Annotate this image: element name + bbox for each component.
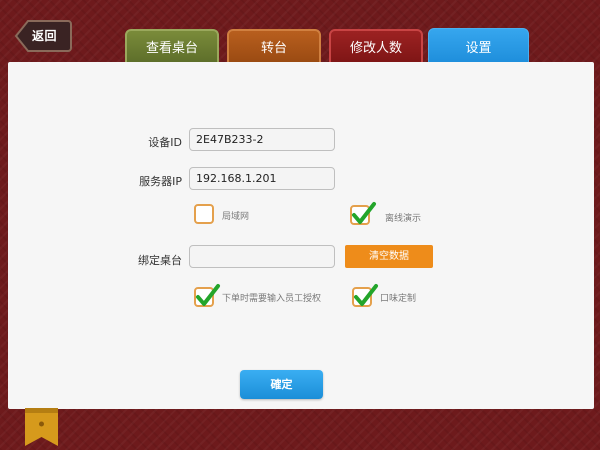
settings-panel xyxy=(8,62,594,409)
require-auth-label: 下单时需要输入员工授权 xyxy=(222,294,322,304)
bind-table-field[interactable] xyxy=(189,245,335,268)
require-auth-checkbox[interactable] xyxy=(194,284,220,307)
tab-transfer-table[interactable]: 转台 xyxy=(227,29,321,65)
checkmark-icon xyxy=(196,284,220,306)
back-button[interactable]: 返回 xyxy=(14,19,72,53)
back-button-label: 返回 xyxy=(32,29,58,43)
bind-table-label: 绑定桌台 xyxy=(138,254,182,267)
confirm-button[interactable]: 確定 xyxy=(240,370,323,399)
device-id-label: 设备ID xyxy=(148,136,182,149)
lan-label: 局域网 xyxy=(222,212,250,222)
tab-change-guests[interactable]: 修改人数 xyxy=(329,29,423,65)
tab-view-tables[interactable]: 查看桌台 xyxy=(125,29,219,65)
taste-custom-label: 口味定制 xyxy=(380,294,417,304)
device-id-field[interactable] xyxy=(189,128,335,151)
offline-demo-checkbox[interactable] xyxy=(350,202,376,225)
server-ip-field[interactable] xyxy=(189,167,335,190)
checkmark-icon xyxy=(354,284,378,306)
lan-checkbox[interactable] xyxy=(194,204,214,224)
server-ip-label: 服务器IP xyxy=(139,175,182,188)
taste-custom-checkbox[interactable] xyxy=(352,284,378,307)
clear-data-button[interactable]: 清空数据 xyxy=(345,245,433,268)
checkmark-icon xyxy=(352,202,376,224)
bookmark-icon[interactable] xyxy=(25,408,58,446)
offline-demo-label: 离线演示 xyxy=(385,214,422,224)
